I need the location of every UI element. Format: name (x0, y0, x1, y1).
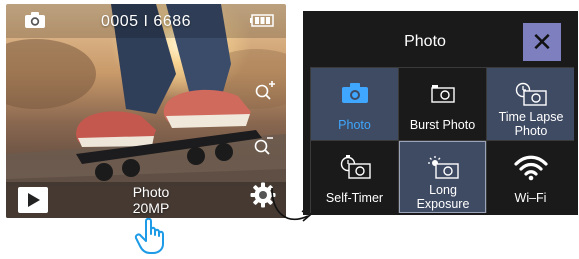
photo-counter: 0005 I 6686 (100, 13, 192, 30)
mode-label: Self-Timer (325, 191, 384, 205)
close-button[interactable]: ✕ (523, 23, 561, 61)
camera-icon (311, 82, 398, 104)
mode-long-exposure[interactable]: Long Exposure (398, 140, 486, 213)
mode-burst-photo[interactable]: Burst Photo (398, 67, 486, 140)
hand-pointer-icon (134, 217, 168, 259)
battery-icon (250, 14, 274, 32)
current-mode-button[interactable]: Photo 20MP (106, 184, 196, 216)
menu-title: Photo (404, 33, 446, 50)
timelapse-camera-icon (487, 82, 574, 106)
zoom-in-icon[interactable] (254, 80, 276, 105)
mode-time-lapse-photo[interactable]: Time Lapse Photo (486, 67, 574, 140)
mode-label: Burst Photo (409, 118, 476, 132)
camera-live-view[interactable]: 0005 I 6686 Photo 20MP (6, 4, 286, 218)
burst-camera-icon (399, 82, 486, 104)
mode-label: Time Lapse Photo (498, 110, 564, 138)
zoom-out-icon[interactable] (254, 135, 274, 160)
mode-resolution: 20MP (132, 200, 170, 216)
playback-button[interactable] (18, 187, 48, 213)
mode-self-timer[interactable]: Self-Timer (310, 140, 398, 213)
long-exposure-icon (399, 155, 486, 179)
mode-photo[interactable]: Photo (310, 67, 398, 140)
mode-label: Wi–Fi (514, 191, 547, 205)
mode-label: Long Exposure (416, 183, 470, 211)
mode-name: Photo (132, 184, 170, 200)
self-timer-icon (311, 155, 398, 179)
mode-grid: Photo Burst Photo Time Lapse Photo Self-… (310, 67, 574, 213)
wifi-icon (487, 155, 574, 181)
photo-mode-menu: Photo ✕ Photo Burst Photo Time Lapse Pho… (303, 11, 578, 215)
mode-label: Photo (338, 118, 371, 132)
mode-wifi[interactable]: Wi–Fi (486, 140, 574, 213)
